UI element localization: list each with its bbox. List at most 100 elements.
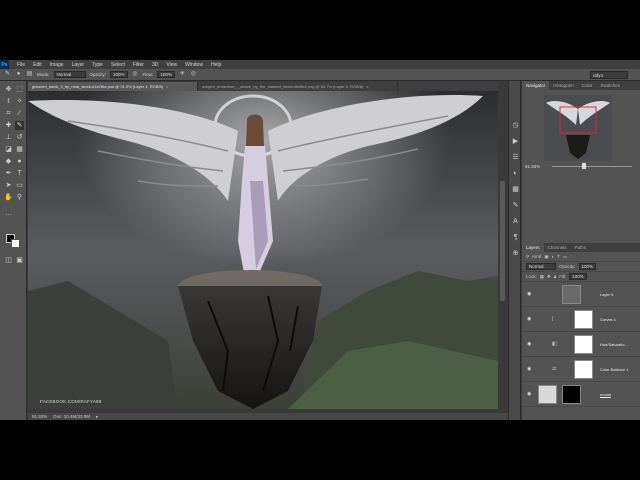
lock-pixels-icon[interactable]: ▦ bbox=[540, 274, 544, 280]
zoom-tool-icon[interactable]: ⚲ bbox=[15, 193, 24, 202]
workspace-select[interactable]: rafy4 bbox=[590, 71, 628, 79]
eye-icon[interactable]: ◉ bbox=[527, 391, 531, 397]
opacity-field[interactable]: 100% bbox=[110, 71, 128, 78]
tab-document-1[interactable]: glowcen_stock_3_by_neta_stock-d1a7t6a.ps… bbox=[28, 82, 198, 91]
blend-mode-select[interactable]: Normal bbox=[526, 263, 556, 270]
brush-presets-panel-icon[interactable]: ✎ bbox=[511, 201, 520, 210]
pen-tool-icon[interactable]: ✒ bbox=[4, 169, 13, 178]
menu-3d[interactable]: 3D bbox=[148, 62, 162, 68]
brush-tool-icon[interactable]: ✎ bbox=[15, 121, 24, 130]
menu-type[interactable]: Type bbox=[88, 62, 107, 68]
lasso-tool-icon[interactable]: ℓ bbox=[4, 97, 13, 106]
status-bar: 91.93% Doc: 10.4M/33.0M ▸ bbox=[28, 413, 508, 420]
close-icon[interactable]: × bbox=[166, 84, 168, 89]
menu-select[interactable]: Select bbox=[107, 62, 129, 68]
layer-row-hue-saturation[interactable]: ◉ ◧ Hue/Saturatio... bbox=[522, 332, 640, 357]
tab-channels[interactable]: Channels bbox=[544, 243, 571, 252]
eyedropper-tool-icon[interactable]: ⁄ bbox=[15, 109, 24, 118]
filter-shape-icon[interactable]: ▭ bbox=[563, 254, 567, 260]
filter-pixel-icon[interactable]: ▣ bbox=[544, 254, 548, 260]
gradient-tool-icon[interactable]: ▦ bbox=[15, 145, 24, 154]
move-tool-icon[interactable]: ✥ bbox=[4, 85, 13, 94]
eye-icon[interactable]: ◉ bbox=[527, 341, 531, 347]
menu-view[interactable]: View bbox=[162, 62, 181, 68]
crop-tool-icon[interactable]: ⌗ bbox=[4, 109, 13, 118]
filter-type-icon[interactable]: T bbox=[557, 254, 560, 259]
filter-adjustment-icon[interactable]: ◐ bbox=[552, 254, 555, 259]
eye-icon[interactable]: ◉ bbox=[527, 316, 531, 322]
fill-field[interactable]: 100% bbox=[569, 273, 587, 280]
close-icon[interactable]: × bbox=[366, 84, 368, 89]
path-select-tool-icon[interactable]: ➤ bbox=[4, 181, 13, 190]
tab-swatches[interactable]: Swatches bbox=[597, 81, 625, 90]
flow-field[interactable]: 100% bbox=[157, 71, 175, 78]
screen-mode-icon[interactable]: ▣ bbox=[15, 256, 24, 265]
hand-tool-icon[interactable]: ✋ bbox=[4, 193, 13, 202]
menu-file[interactable]: File bbox=[13, 62, 29, 68]
tab-document-2[interactable]: winged_protection_-_above_by_the_dashed_… bbox=[198, 82, 398, 91]
mode-label: Mode: bbox=[37, 72, 50, 77]
menu-edit[interactable]: Edit bbox=[29, 62, 46, 68]
quick-mask-icon[interactable]: ◫ bbox=[4, 256, 13, 265]
status-arrow-icon[interactable]: ▸ bbox=[96, 414, 98, 420]
blur-tool-icon[interactable]: ◆ bbox=[4, 157, 13, 166]
layer-name: model bbox=[600, 392, 611, 397]
clone-stamp-tool-icon[interactable]: ⊥ bbox=[4, 133, 13, 142]
tab-color[interactable]: Color bbox=[578, 81, 597, 90]
lock-position-icon[interactable]: ✥ bbox=[547, 274, 551, 280]
menu-window[interactable]: Window bbox=[181, 62, 207, 68]
navigator-zoom-knob[interactable] bbox=[582, 163, 586, 169]
styles-panel-icon[interactable]: ▦ bbox=[511, 185, 520, 194]
type-tool-icon[interactable]: T bbox=[15, 169, 24, 178]
tab-layers[interactable]: Layers bbox=[522, 243, 544, 252]
brush-preset-icon[interactable]: ● bbox=[15, 71, 22, 78]
eye-icon[interactable]: ◉ bbox=[527, 366, 531, 372]
tab-histogram[interactable]: Histogram bbox=[549, 81, 578, 90]
healing-tool-icon[interactable]: ✚ bbox=[4, 121, 13, 130]
brush-tool-icon[interactable]: ✎ bbox=[4, 71, 11, 78]
menu-filter[interactable]: Filter bbox=[129, 62, 148, 68]
tab-paths[interactable]: Paths bbox=[571, 243, 591, 252]
menu-layer[interactable]: Layer bbox=[68, 62, 89, 68]
brush-panel-icon[interactable]: ▤ bbox=[26, 71, 33, 78]
menu-image[interactable]: Image bbox=[46, 62, 68, 68]
marquee-tool-icon[interactable]: ⬚ bbox=[15, 85, 24, 94]
properties-panel-icon[interactable]: ☰ bbox=[511, 153, 520, 162]
navigator-thumbnail[interactable] bbox=[544, 95, 612, 161]
shape-tool-icon[interactable]: ▭ bbox=[15, 181, 24, 190]
dodge-tool-icon[interactable]: ● bbox=[15, 157, 24, 166]
quick-select-tool-icon[interactable]: ✧ bbox=[15, 97, 24, 106]
pressure-size-icon[interactable]: ◎ bbox=[190, 71, 197, 78]
lock-all-icon[interactable]: 🔒︎ bbox=[554, 274, 556, 279]
adjustments-panel-icon[interactable]: ◐ bbox=[511, 169, 520, 178]
status-zoom[interactable]: 91.93% bbox=[32, 414, 47, 419]
tab-navigator[interactable]: Navigator bbox=[522, 81, 550, 90]
eraser-tool-icon[interactable]: ◪ bbox=[4, 145, 13, 154]
menu-help[interactable]: Help bbox=[207, 62, 225, 68]
navigator-zoom[interactable]: 91.93% bbox=[525, 164, 540, 169]
paragraph-panel-icon[interactable]: ¶ bbox=[511, 233, 520, 242]
layer-row-model[interactable]: ◉ model bbox=[522, 382, 640, 407]
navigator-zoom-slider[interactable] bbox=[552, 166, 632, 167]
actions-panel-icon[interactable]: ▶ bbox=[511, 137, 520, 146]
clone-source-panel-icon[interactable]: ⊕ bbox=[511, 249, 520, 258]
layer-opacity-field[interactable]: 100% bbox=[578, 263, 597, 270]
layer-row-layer-5[interactable]: ◉ Layer 5 bbox=[522, 282, 640, 307]
history-brush-tool-icon[interactable]: ↺ bbox=[15, 133, 24, 142]
eye-icon[interactable]: ◉ bbox=[527, 291, 531, 297]
mode-select[interactable]: Normal bbox=[53, 71, 86, 78]
background-color-swatch[interactable] bbox=[11, 239, 20, 248]
layer-row-color-balance-1[interactable]: ◉ ⚖ Color Balance 1 bbox=[522, 357, 640, 382]
layer-kind-filter[interactable]: Kind bbox=[532, 254, 541, 259]
vertical-scrollbar[interactable] bbox=[498, 91, 507, 409]
more-tools-icon[interactable]: … bbox=[4, 209, 13, 218]
vertical-scroll-thumb[interactable] bbox=[500, 181, 505, 301]
document-canvas[interactable] bbox=[28, 91, 498, 409]
pressure-opacity-icon[interactable]: ◎ bbox=[132, 71, 139, 78]
history-panel-icon[interactable]: ◷ bbox=[511, 121, 520, 130]
tab-document-2-label: winged_protection_-_above_by_the_dashed_… bbox=[202, 84, 364, 89]
character-panel-icon[interactable]: A bbox=[511, 217, 520, 226]
airbrush-icon[interactable]: ✈ bbox=[179, 71, 186, 78]
menu-bar: Ps File Edit Image Layer Type Select Fil… bbox=[0, 60, 640, 69]
layer-row-curves-1[interactable]: ◉ ∫ Curves 1 bbox=[522, 307, 640, 332]
